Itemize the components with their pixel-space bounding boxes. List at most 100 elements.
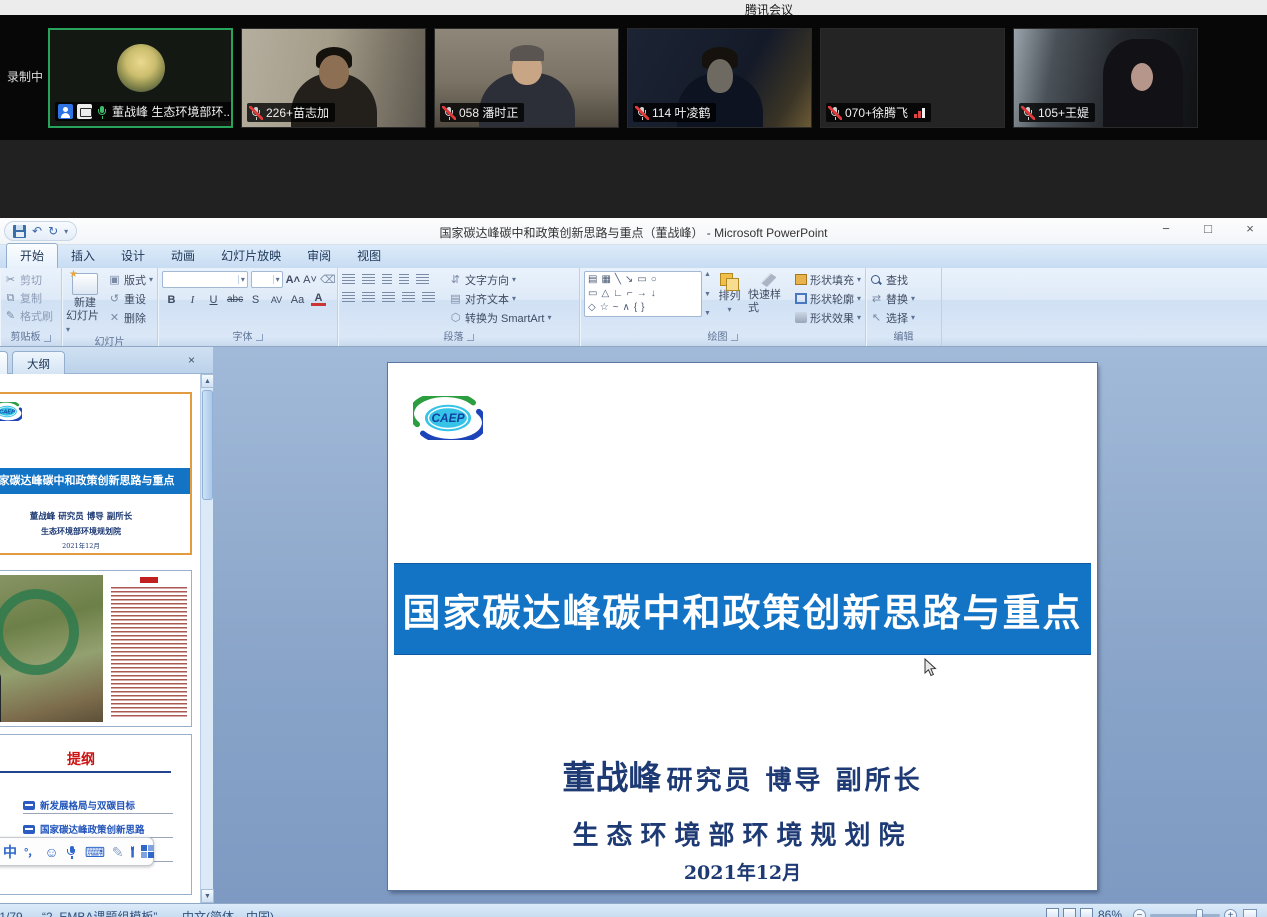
virtual-keyboard-icon[interactable]: ⌨: [85, 845, 105, 859]
window-title: 国家碳达峰碳中和政策创新思路与重点（董战峰） - Microsoft Power…: [0, 224, 1267, 241]
italic-button[interactable]: I: [185, 294, 200, 306]
change-case-button[interactable]: Aa: [290, 294, 305, 306]
dialog-launcher-icon[interactable]: [44, 335, 51, 342]
reset-button[interactable]: ↺重设: [108, 290, 153, 307]
ime-mode-icon[interactable]: 中: [3, 842, 17, 862]
tab-insert[interactable]: 插入: [58, 244, 108, 268]
tab-slideshow[interactable]: 幻灯片放映: [208, 244, 294, 268]
video-tile[interactable]: 058 潘时正: [434, 28, 619, 128]
increase-indent-icon[interactable]: [399, 274, 409, 284]
bold-button[interactable]: B: [164, 294, 179, 306]
zoom-slider-thumb[interactable]: [1196, 909, 1203, 917]
emoji-icon[interactable]: ☺: [44, 845, 58, 859]
cut-button[interactable]: ✂剪切: [4, 271, 57, 288]
dialog-launcher-icon[interactable]: [467, 334, 474, 341]
maximize-button[interactable]: □: [1199, 221, 1217, 236]
book-icon: [23, 825, 35, 834]
new-slide-button[interactable]: 新建 幻灯片 ▾: [66, 271, 104, 336]
slideshow-view-icon[interactable]: [1080, 908, 1093, 917]
text-shadow-button[interactable]: S: [248, 294, 263, 306]
justify-icon[interactable]: [402, 292, 415, 302]
shape-outline-button[interactable]: 形状轮廓▾: [795, 290, 861, 307]
language-indicator[interactable]: 中文(简体，中国): [182, 908, 274, 917]
slide-canvas[interactable]: CAEP 国家碳达峰碳中和政策创新思路与重点 董战峰 研究员 博导 副所长 生态…: [388, 363, 1097, 890]
tab-outline[interactable]: 大纲: [12, 351, 65, 374]
line-spacing-icon[interactable]: [416, 274, 429, 284]
video-tile[interactable]: 226+苗志加: [241, 28, 426, 128]
align-center-icon[interactable]: [362, 292, 375, 302]
participant-name: 226+苗志加: [266, 104, 329, 121]
tab-view[interactable]: 视图: [344, 244, 394, 268]
close-button[interactable]: ×: [1241, 221, 1259, 236]
minimize-button[interactable]: −: [1157, 221, 1175, 236]
tab-slides[interactable]: [0, 351, 8, 374]
fit-to-window-icon[interactable]: [1243, 909, 1257, 917]
normal-view-icon[interactable]: [1046, 908, 1059, 917]
shape-fill-button[interactable]: 形状填充▾: [795, 271, 861, 288]
panel-scrollbar[interactable]: ▲ ▼: [200, 374, 213, 903]
toolbox-icon[interactable]: [141, 845, 145, 858]
delete-button[interactable]: ✕删除: [108, 309, 153, 326]
copy-button[interactable]: ⧉复制: [4, 289, 57, 306]
tab-animations[interactable]: 动画: [158, 244, 208, 268]
select-button[interactable]: ↖选择▾: [870, 309, 937, 326]
shape-effects-button[interactable]: 形状效果▾: [795, 309, 861, 326]
align-text-button[interactable]: ▤对齐文本▾: [449, 290, 551, 307]
font-size-combobox[interactable]: ▾: [251, 271, 283, 288]
scroll-up-icon[interactable]: ▲: [201, 374, 214, 388]
shapes-gallery-scroll[interactable]: ▲▼▼: [704, 271, 711, 317]
participant-name: 114 叶凌鹤: [652, 104, 710, 121]
decrease-indent-icon[interactable]: [382, 274, 392, 284]
dialog-launcher-icon[interactable]: [731, 334, 738, 341]
skin-icon[interactable]: [131, 846, 135, 858]
paragraph-group-label: 段落: [338, 331, 579, 346]
slide-author-line: 董战峰 研究员 博导 副所长: [388, 751, 1097, 799]
slide-thumbnail-3[interactable]: 提纲 新发展格局与双碳目标 国家碳达峰政策创新思路 国家碳达峰政策重点任务: [0, 734, 192, 895]
slide-thumbnail-2[interactable]: [0, 570, 192, 727]
underline-button[interactable]: U: [206, 294, 221, 306]
strikethrough-button[interactable]: abc: [227, 294, 242, 305]
align-text-icon: ▤: [449, 293, 462, 305]
font-color-button[interactable]: A: [311, 293, 326, 306]
find-button[interactable]: 查找: [870, 271, 937, 288]
zoom-in-button[interactable]: +: [1224, 909, 1237, 917]
participant-name-bar: 董战峰 生态环境部环...: [55, 102, 233, 121]
format-painter-button[interactable]: ✎格式刷: [4, 307, 57, 324]
font-name-combobox[interactable]: ▾: [162, 271, 248, 288]
tab-home[interactable]: 开始: [6, 243, 58, 268]
zoom-level[interactable]: 86%: [1098, 908, 1122, 917]
ime-punctuation-icon[interactable]: °，: [24, 844, 37, 860]
shapes-gallery[interactable]: ▤▦╲↘▭○ ▭△∟⌐→↓ ◇☆~∧{}: [584, 271, 702, 317]
clear-formatting-icon[interactable]: ⌫: [320, 274, 333, 286]
view-switcher: [1046, 908, 1093, 917]
align-left-icon[interactable]: [342, 292, 355, 302]
slide-thumbnail-1[interactable]: CAEP 国家碳达峰碳中和政策创新思路与重点 董战峰 研究员 博导 副所长 生态…: [0, 392, 192, 555]
handwriting-icon[interactable]: ✎: [112, 845, 124, 859]
scroll-down-icon[interactable]: ▼: [201, 889, 214, 903]
bullets-icon[interactable]: [342, 274, 355, 284]
smartart-button[interactable]: ⬡转换为 SmartArt▾: [449, 309, 551, 326]
video-tile[interactable]: 105+王媞: [1013, 28, 1198, 128]
voice-input-icon[interactable]: [66, 845, 78, 859]
columns-icon[interactable]: [422, 292, 435, 302]
grow-font-button[interactable]: A˄: [286, 274, 300, 286]
tab-design[interactable]: 设计: [108, 244, 158, 268]
zoom-out-button[interactable]: −: [1133, 909, 1146, 917]
numbering-icon[interactable]: [362, 274, 375, 284]
panel-close-icon[interactable]: ×: [188, 353, 195, 367]
video-tile[interactable]: 董战峰 生态环境部环...: [48, 28, 233, 128]
layout-button[interactable]: ▣版式▾: [108, 271, 153, 288]
quick-styles-button[interactable]: 快速样式: [748, 271, 789, 331]
arrange-button[interactable]: 排列▾: [715, 271, 744, 331]
video-tile[interactable]: 070+徐腾飞: [820, 28, 1005, 128]
tab-review[interactable]: 审阅: [294, 244, 344, 268]
replace-button[interactable]: ⇄替换▾: [870, 290, 937, 307]
shrink-font-button[interactable]: A˅: [303, 274, 317, 286]
text-direction-button[interactable]: ⇵文字方向▾: [449, 271, 551, 288]
slide-sorter-icon[interactable]: [1063, 908, 1076, 917]
dialog-launcher-icon[interactable]: [256, 334, 263, 341]
align-right-icon[interactable]: [382, 292, 395, 302]
scrollbar-thumb[interactable]: [202, 390, 213, 500]
character-spacing-button[interactable]: AV: [269, 295, 284, 305]
video-tile[interactable]: 114 叶凌鹤: [627, 28, 812, 128]
